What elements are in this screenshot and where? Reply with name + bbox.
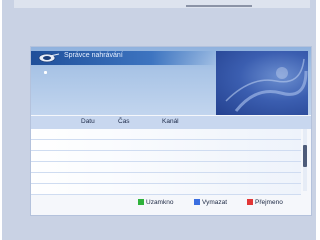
- preview-decoration: [225, 58, 308, 112]
- table-row[interactable]: [31, 173, 301, 184]
- blue-key-icon: [194, 199, 200, 205]
- footer-legend: Uzamkno Vymazat Přejmeno: [31, 193, 311, 213]
- top-bar-marker: [186, 5, 252, 7]
- recording-list: [31, 129, 301, 195]
- top-bar: [14, 0, 310, 8]
- satellite-dish-icon: [38, 53, 60, 63]
- scrollbar-thumb[interactable]: [303, 145, 307, 167]
- table-row[interactable]: [31, 151, 301, 162]
- green-key-icon: [138, 199, 144, 205]
- legend-lock[interactable]: Uzamkno: [138, 197, 173, 207]
- legend-label: Přejmeno: [255, 198, 283, 206]
- column-date: Datu: [81, 118, 95, 125]
- column-time: Čas: [118, 118, 130, 125]
- channel-preview: [216, 51, 308, 115]
- table-row[interactable]: [31, 162, 301, 173]
- panel-header: Správce nahrávání: [31, 47, 311, 115]
- legend-rename[interactable]: Přejmeno: [247, 197, 283, 207]
- table-row[interactable]: [31, 140, 301, 151]
- column-header-row: Datu Čas Kanál: [31, 116, 311, 129]
- column-channel: Kanál: [162, 118, 179, 125]
- table-row[interactable]: [31, 129, 301, 140]
- page-title: Správce nahrávání: [64, 52, 123, 59]
- recording-manager-panel: Správce nahrávání Datu Čas Kanál Uzamkno…: [30, 46, 312, 216]
- tv-frame: Správce nahrávání Datu Čas Kanál Uzamkno…: [2, 0, 316, 240]
- scrollbar[interactable]: [303, 129, 307, 191]
- legend-label: Vymazat: [202, 198, 228, 206]
- header-marker: [44, 71, 47, 74]
- legend-label: Uzamkno: [146, 198, 174, 206]
- red-key-icon: [247, 199, 253, 205]
- legend-delete[interactable]: Vymazat: [194, 197, 227, 207]
